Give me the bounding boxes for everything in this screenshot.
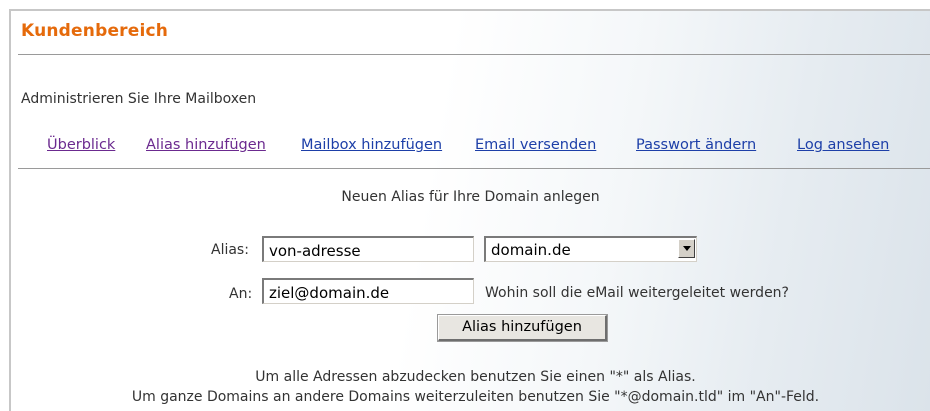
nav-link-send-email[interactable]: Email versenden <box>475 137 596 153</box>
alias-label: Alias: <box>211 242 249 258</box>
nav-link-change-password[interactable]: Passwort ändern <box>636 137 756 153</box>
alias-input[interactable] <box>262 236 474 262</box>
nav-divider <box>18 168 930 169</box>
page-subtitle: Administrieren Sie Ihre Mailboxen <box>21 91 257 107</box>
target-hint: Wohin soll die eMail weitergeleitet werd… <box>485 285 789 301</box>
wildcard-alias-note: Um alle Adressen abzudecken benutzen Sie… <box>255 369 696 385</box>
domain-select-value: domain.de <box>491 241 571 259</box>
nav-link-view-log[interactable]: Log ansehen <box>797 137 889 153</box>
nav-link-add-mailbox[interactable]: Mailbox hinzufügen <box>301 137 442 153</box>
add-alias-button[interactable]: Alias hinzufügen <box>437 314 608 342</box>
form-heading: Neuen Alias für Ihre Domain anlegen <box>341 189 600 205</box>
title-divider <box>18 54 930 55</box>
nav-link-overview[interactable]: Überblick <box>47 137 115 153</box>
target-label: An: <box>229 286 253 302</box>
nav-link-add-alias[interactable]: Alias hinzufügen <box>146 137 266 153</box>
page-title: Kundenbereich <box>21 21 169 41</box>
domain-forward-note: Um ganze Domains an andere Domains weite… <box>131 389 820 405</box>
main-nav: Überblick Alias hinzufügen Mailbox hinzu… <box>11 137 930 157</box>
customer-area-panel: Kundenbereich Administrieren Sie Ihre Ma… <box>9 9 930 411</box>
target-address-input[interactable] <box>262 278 474 304</box>
chevron-down-icon[interactable] <box>678 239 695 258</box>
domain-select[interactable]: domain.de <box>484 236 697 262</box>
